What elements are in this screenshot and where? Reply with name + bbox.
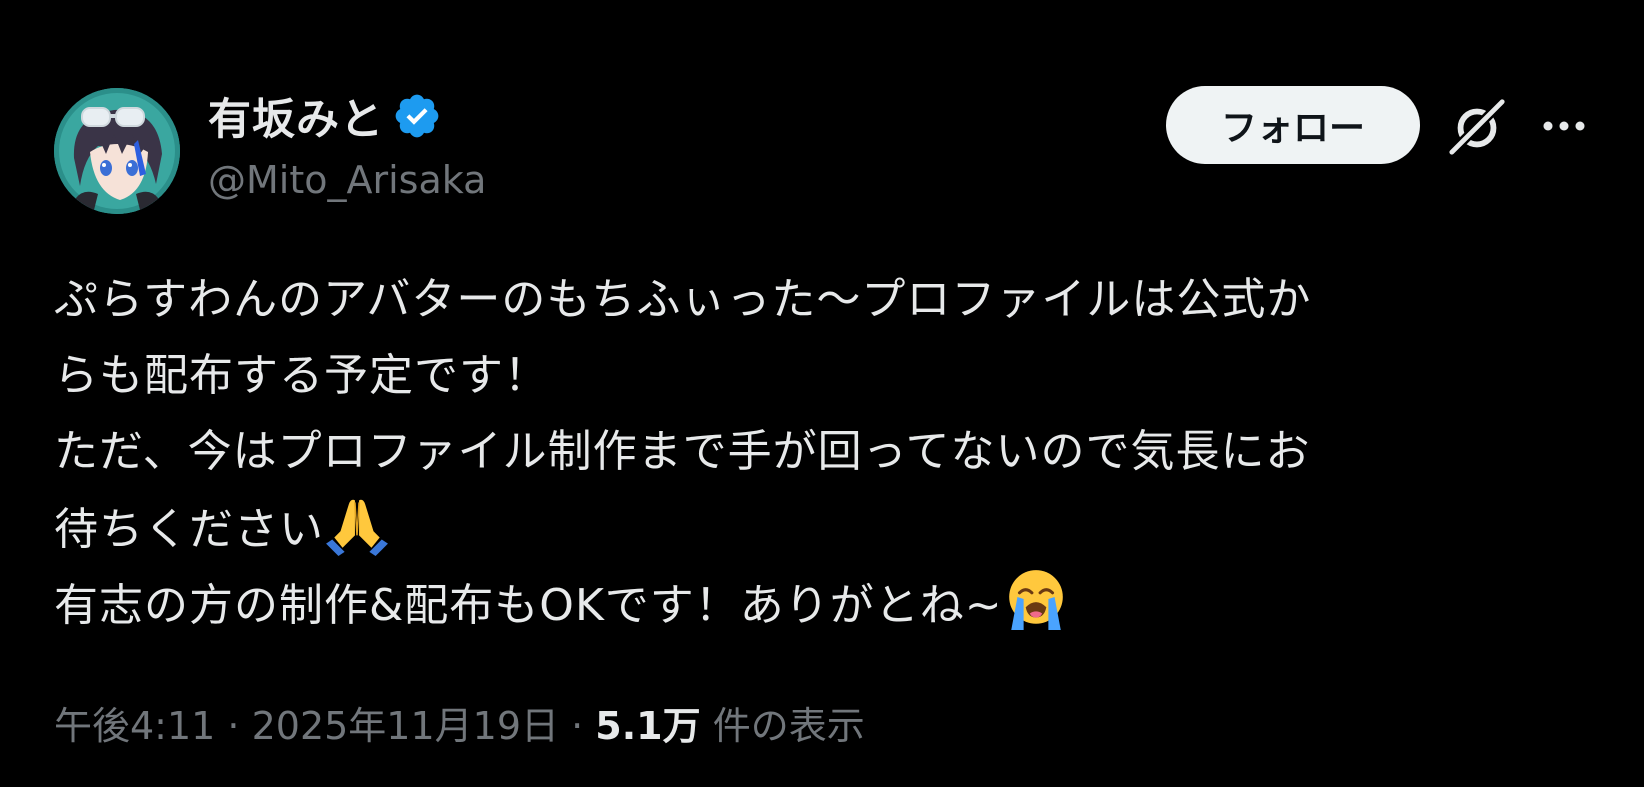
follow-button[interactable]: フォロー <box>1166 86 1420 164</box>
meta-separator: · <box>559 704 596 748</box>
tweet-line-with-emoji: 待ちください <box>54 490 1564 566</box>
tweet-meta: 午後4:11 · 2025年11月19日 · 5.1万 件の表示 <box>54 695 865 750</box>
tweet-line-text: 待ちください <box>54 504 324 555</box>
tweet-date[interactable]: 2025年11月19日 <box>252 704 559 748</box>
grok-icon[interactable] <box>1446 96 1508 158</box>
avatar[interactable] <box>54 88 180 214</box>
tweet-line: ぷらすわんのアバターのもちふぃった〜プロファイルは公式か <box>54 274 1312 325</box>
folded-hands-emoji <box>324 490 390 556</box>
tweet-time[interactable]: 午後4:11 <box>54 704 215 748</box>
views-label: 件の表示 <box>712 704 865 748</box>
tweet-line-text: 有志の方の制作&配布もOKです！ありがとね~ <box>54 580 1003 631</box>
author-display-name[interactable]: 有坂みと <box>208 85 384 147</box>
anime-avatar-image <box>54 88 180 214</box>
more-icon[interactable] <box>1534 96 1594 156</box>
author-handle[interactable]: @Mito_Arisaka <box>208 158 486 202</box>
meta-separator: · <box>215 704 252 748</box>
tweet-line: らも配布する予定です！ <box>54 350 549 401</box>
tweet-line: ただ、今はプロファイル制作まで手が回ってないので気長にお <box>54 426 1311 477</box>
views-count: 5.1万 <box>595 704 701 748</box>
tweet-line-with-emoji: 有志の方の制作&配布もOKです！ありがとね~ <box>54 566 1564 642</box>
verified-badge-icon <box>395 94 439 138</box>
loudly-crying-face-emoji <box>1003 566 1069 632</box>
author-name-row[interactable]: 有坂みと <box>208 86 442 146</box>
tweet-text: ぷらすわんのアバターのもちふぃった〜プロファイルは公式か らも配布する予定です！… <box>54 262 1564 642</box>
